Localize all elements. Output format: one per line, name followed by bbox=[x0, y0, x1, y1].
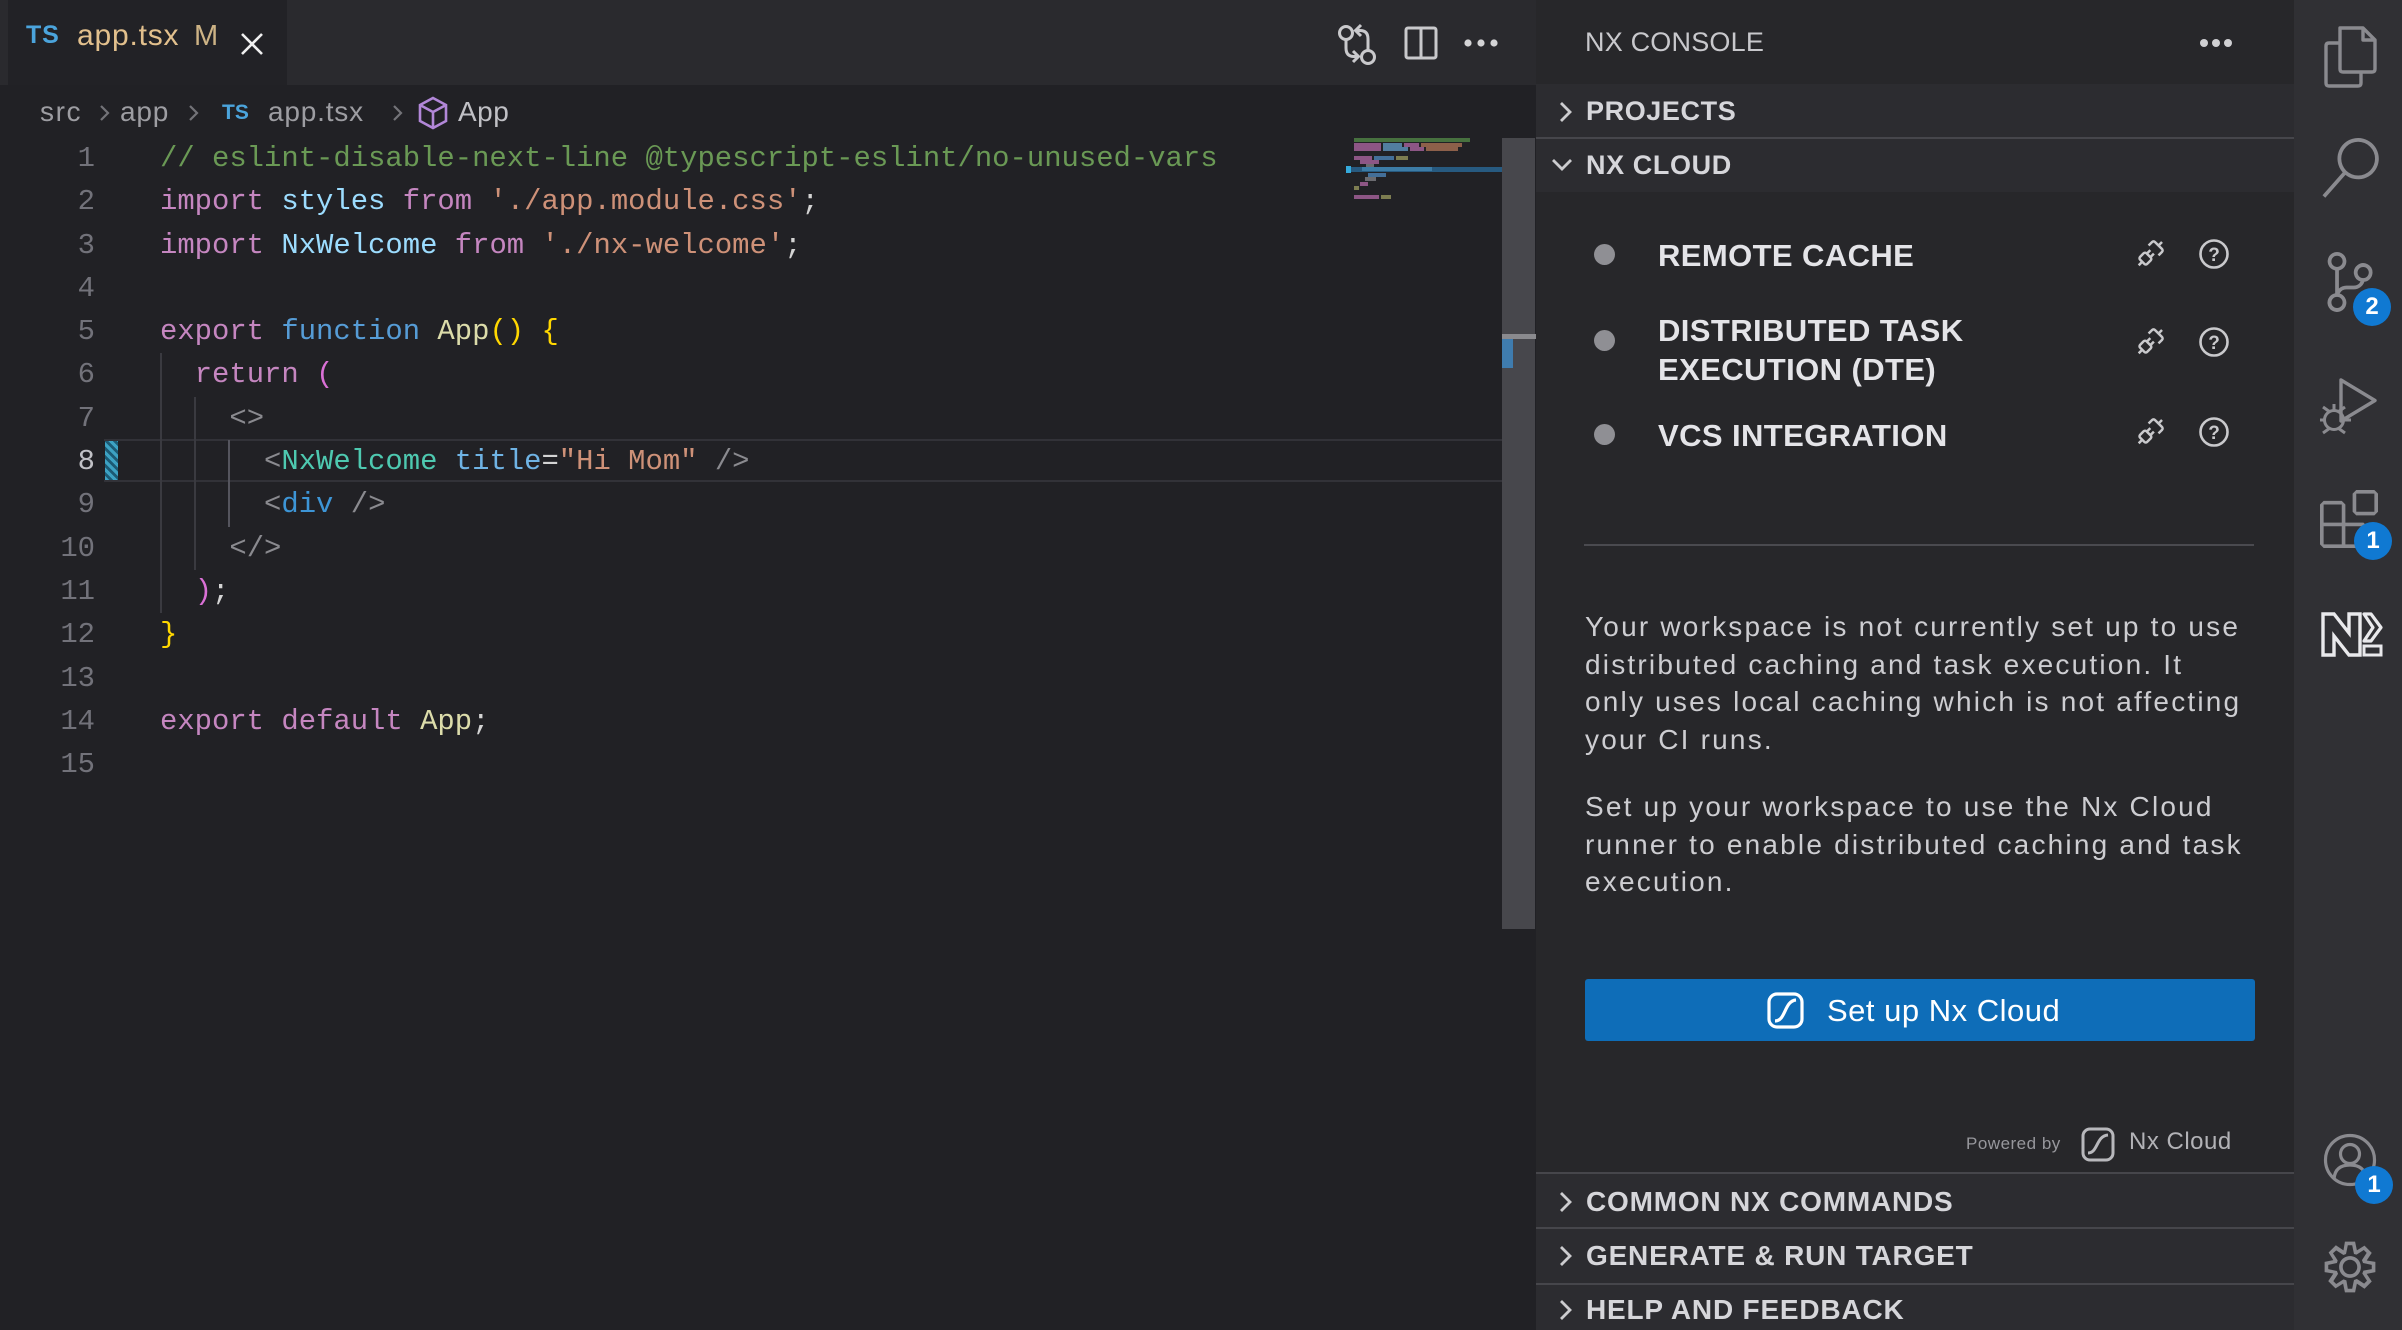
svg-text:?: ? bbox=[2208, 333, 2220, 354]
svg-text:?: ? bbox=[2208, 423, 2220, 444]
svg-text:?: ? bbox=[2208, 245, 2220, 266]
